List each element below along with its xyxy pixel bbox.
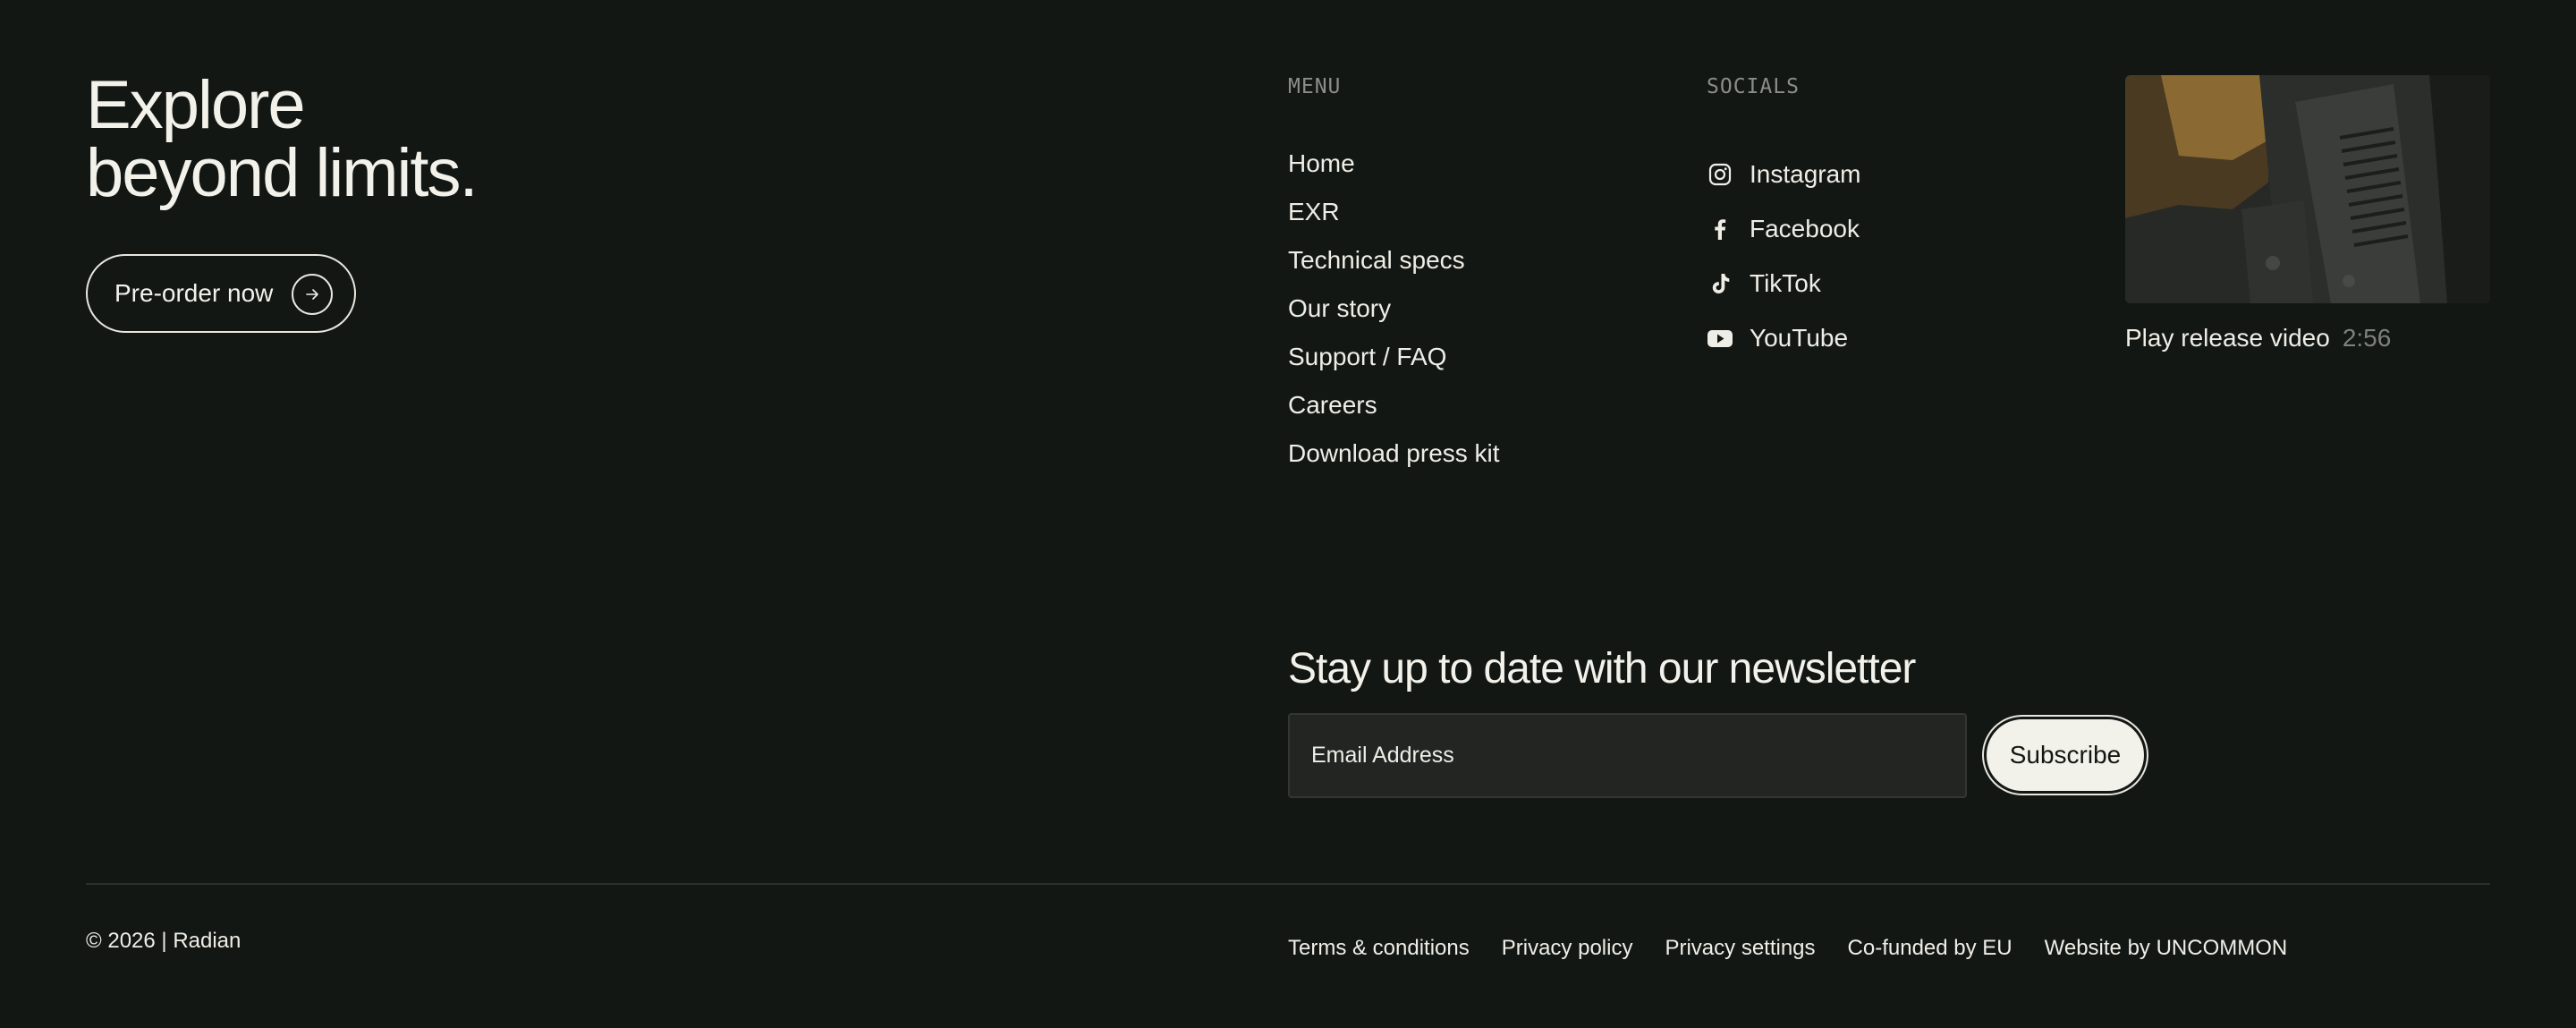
pre-order-button[interactable]: Pre-order now [86, 254, 356, 333]
link-co-funded-eu[interactable]: Co-funded by EU [1848, 936, 2012, 961]
release-video-caption[interactable]: Play release video 2:56 [2125, 324, 2391, 353]
footer-menu: Home EXR Technical specs Our story Suppo… [1288, 145, 1500, 483]
copyright-text: © 2026 | Radian [86, 929, 242, 953]
tiktok-icon [1707, 270, 1733, 297]
social-label-youtube: YouTube [1750, 323, 1849, 352]
menu-label: MENU [1288, 75, 1342, 98]
video-still-image [2125, 75, 2490, 303]
newsletter-title: Stay up to date with our newsletter [1288, 645, 1916, 692]
menu-item-exr[interactable]: EXR [1288, 193, 1500, 242]
menu-item-our-story[interactable]: Our story [1288, 290, 1500, 338]
video-caption-label: Play release video [2125, 324, 2330, 352]
social-link-tiktok[interactable]: TikTok [1707, 256, 1861, 310]
link-terms[interactable]: Terms & conditions [1288, 936, 1470, 961]
legal-links: Terms & conditions Privacy policy Privac… [1288, 936, 2319, 961]
instagram-icon [1707, 161, 1733, 188]
headline-line-2: beyond limits. [86, 135, 479, 211]
headline-line-1: Explore [86, 67, 306, 143]
menu-item-home[interactable]: Home [1288, 145, 1500, 193]
socials-label: SOCIALS [1707, 75, 1800, 98]
arrow-right-icon [292, 274, 333, 315]
social-link-instagram[interactable]: Instagram [1707, 147, 1861, 201]
facebook-icon [1707, 216, 1733, 242]
link-privacy-settings[interactable]: Privacy settings [1665, 936, 1815, 961]
release-video-thumbnail[interactable] [2125, 75, 2490, 303]
pre-order-label: Pre-order now [114, 279, 274, 307]
footer-divider [86, 883, 2490, 885]
social-label-facebook: Facebook [1750, 214, 1860, 242]
email-field[interactable] [1288, 713, 1967, 798]
link-website-by[interactable]: Website by UNCOMMON [2045, 936, 2288, 961]
socials-list: Instagram Facebook TikTok YouTube [1707, 147, 1861, 365]
menu-item-technical-specs[interactable]: Technical specs [1288, 242, 1500, 290]
menu-item-careers[interactable]: Careers [1288, 387, 1500, 435]
social-link-facebook[interactable]: Facebook [1707, 201, 1861, 256]
subscribe-button[interactable]: Subscribe [1984, 717, 2147, 794]
footer-headline: Explore beyond limits. [86, 67, 479, 211]
menu-item-download-press-kit[interactable]: Download press kit [1288, 435, 1500, 483]
youtube-icon [1707, 325, 1733, 352]
menu-item-support-faq[interactable]: Support / FAQ [1288, 338, 1500, 387]
social-link-youtube[interactable]: YouTube [1707, 310, 1861, 365]
social-label-instagram: Instagram [1750, 159, 1861, 188]
link-privacy-policy[interactable]: Privacy policy [1502, 936, 1633, 961]
social-label-tiktok: TikTok [1750, 268, 1821, 297]
video-duration: 2:56 [2342, 324, 2392, 352]
